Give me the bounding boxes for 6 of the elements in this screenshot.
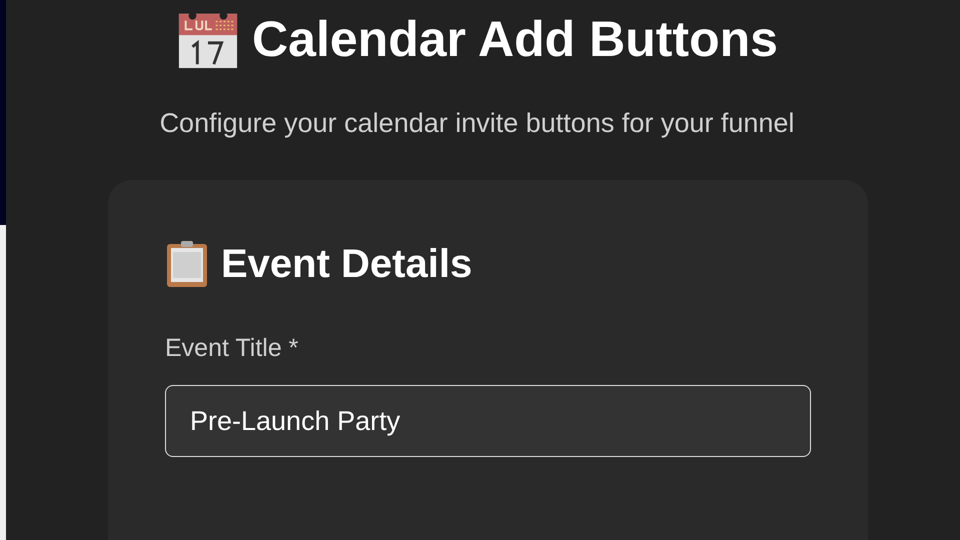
field-label: Event Title *: [165, 334, 300, 363]
event-title-input[interactable]: Pre-Launch Party: [165, 385, 811, 457]
page-title: Calendar Add Buttons: [252, 10, 778, 68]
page-subtitle: Configure your calendar invite buttons for your funnel: [158, 107, 796, 140]
section-heading: Event Details: [221, 242, 472, 286]
clipboard-icon: [165, 240, 209, 288]
